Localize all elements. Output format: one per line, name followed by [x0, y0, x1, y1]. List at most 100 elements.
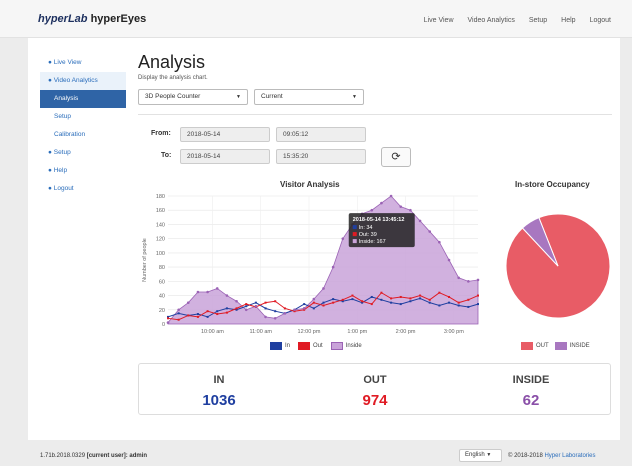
- refresh-button[interactable]: ⟳: [381, 147, 411, 167]
- x-tick-label: 1:00 pm: [347, 329, 367, 335]
- data-point-inside: [254, 304, 258, 308]
- x-tick-label: 12:00 pm: [298, 329, 321, 335]
- data-point-in: [216, 310, 219, 313]
- legend-inside[interactable]: INSIDE: [570, 343, 590, 349]
- to-time-input[interactable]: 15:35:20: [276, 149, 366, 164]
- y-tick-label: 80: [159, 265, 165, 271]
- data-point-in: [448, 301, 451, 304]
- nav-setup[interactable]: Setup: [529, 17, 547, 24]
- data-point-inside: [273, 317, 277, 320]
- data-point-inside: [341, 237, 345, 240]
- sidebar-item-video-analytics[interactable]: ● Video Analytics: [40, 72, 126, 90]
- data-point-in: [225, 307, 228, 310]
- language-value: English: [465, 452, 485, 458]
- user-name: admin: [129, 453, 148, 459]
- nav-help[interactable]: Help: [561, 17, 575, 24]
- data-point-in: [312, 307, 315, 310]
- data-point-inside: [476, 278, 480, 282]
- data-point-inside: [206, 290, 209, 294]
- range-select-value: Current: [261, 93, 283, 100]
- mode-select[interactable]: 3D People Counter ▼: [138, 89, 248, 105]
- visitor-chart-title: Visitor Analysis: [280, 180, 340, 189]
- stats-panel: IN 1036 OUT 974 INSIDE 62: [138, 363, 611, 415]
- data-point-in: [438, 304, 441, 307]
- sidebar-item-live-view[interactable]: ● Live View: [40, 54, 126, 72]
- data-point-inside: [370, 208, 374, 212]
- y-tick-label: 180: [156, 194, 165, 200]
- data-point-out: [187, 314, 190, 317]
- legend-inside[interactable]: Inside: [346, 343, 362, 349]
- data-point-out: [245, 303, 248, 306]
- data-point-out: [351, 294, 354, 297]
- stat-out-value: 974: [362, 392, 388, 409]
- nav-video-analytics[interactable]: Video Analytics: [468, 17, 515, 24]
- stat-in-label: IN: [213, 374, 225, 386]
- data-point-in: [428, 301, 431, 304]
- from-date-input[interactable]: 2018-05-14: [180, 127, 270, 142]
- data-point-out: [216, 313, 219, 316]
- occupancy-pie-chart: [505, 213, 611, 319]
- legend-swatch-out: [298, 342, 311, 350]
- y-tick-label: 40: [159, 294, 165, 300]
- sidebar-item-setup[interactable]: ● Setup: [40, 144, 126, 162]
- range-select[interactable]: Current ▼: [254, 89, 364, 105]
- data-point-inside: [467, 280, 470, 283]
- language-select[interactable]: English ▼: [459, 449, 502, 462]
- data-point-out: [399, 295, 402, 298]
- data-point-inside: [322, 287, 325, 290]
- data-point-in: [390, 301, 393, 304]
- y-tick-label: 100: [156, 251, 165, 257]
- data-point-inside: [235, 299, 238, 303]
- stat-inside-label: INSIDE: [512, 374, 550, 386]
- data-point-out: [380, 291, 383, 294]
- data-point-out: [235, 307, 238, 310]
- legend-swatch-inside: [554, 342, 567, 350]
- stat-in: IN 1036: [159, 374, 279, 409]
- data-point-inside: [389, 194, 393, 198]
- sidebar-item-setup-sub[interactable]: Setup: [40, 108, 126, 126]
- data-point-out: [467, 298, 470, 301]
- data-point-out: [428, 298, 431, 301]
- chevron-down-icon: ▼: [352, 94, 357, 100]
- data-point-in: [351, 298, 354, 301]
- stat-in-value: 1036: [202, 392, 236, 409]
- sidebar-item-help[interactable]: ● Help: [40, 162, 126, 180]
- sidebar-item-analysis[interactable]: Analysis: [40, 90, 126, 108]
- tooltip-swatch: [352, 225, 357, 230]
- company-link[interactable]: Hyper Laboratories: [544, 453, 595, 459]
- stat-inside: INSIDE 62: [471, 374, 591, 409]
- data-point-inside: [225, 294, 229, 297]
- sidebar-item-logout[interactable]: ● Logout: [40, 180, 126, 198]
- legend-out[interactable]: OUT: [536, 343, 549, 349]
- legend-swatch-out: [521, 342, 533, 350]
- y-axis-label: Number of people: [142, 238, 148, 282]
- footer: 1.71b.2018.0329 [current user]: admin En…: [0, 446, 632, 466]
- to-label: To:: [161, 152, 172, 159]
- data-point-out: [274, 300, 277, 303]
- data-point-out: [419, 294, 422, 297]
- stat-inside-value: 62: [522, 392, 540, 409]
- data-point-out: [448, 295, 451, 298]
- brand-logo[interactable]: hyperLab hyperEyes: [38, 13, 146, 25]
- page-title: Analysis: [138, 52, 206, 72]
- nav-live-view[interactable]: Live View: [424, 17, 454, 24]
- data-point-out: [312, 301, 315, 304]
- top-nav: Live View Video Analytics Setup Help Log…: [410, 17, 611, 24]
- data-point-inside: [312, 297, 316, 301]
- tooltip-swatch: [352, 232, 357, 237]
- legend-out[interactable]: Out: [313, 343, 323, 349]
- data-point-inside: [447, 258, 451, 262]
- nav-logout[interactable]: Logout: [590, 17, 611, 24]
- stat-out: OUT 974: [315, 374, 435, 409]
- data-point-in: [303, 303, 306, 306]
- data-point-inside: [428, 230, 432, 233]
- legend-swatch-in: [270, 342, 282, 350]
- data-point-inside: [457, 276, 460, 280]
- data-point-out: [177, 318, 180, 321]
- from-time-input[interactable]: 09:05:12: [276, 127, 366, 142]
- sidebar-item-calibration[interactable]: Calibration: [40, 126, 126, 144]
- page-subtitle: Display the analysis chart.: [138, 75, 208, 81]
- to-date-input[interactable]: 2018-05-14: [180, 149, 270, 164]
- stat-out-label: OUT: [363, 374, 387, 386]
- legend-in[interactable]: In: [285, 343, 290, 349]
